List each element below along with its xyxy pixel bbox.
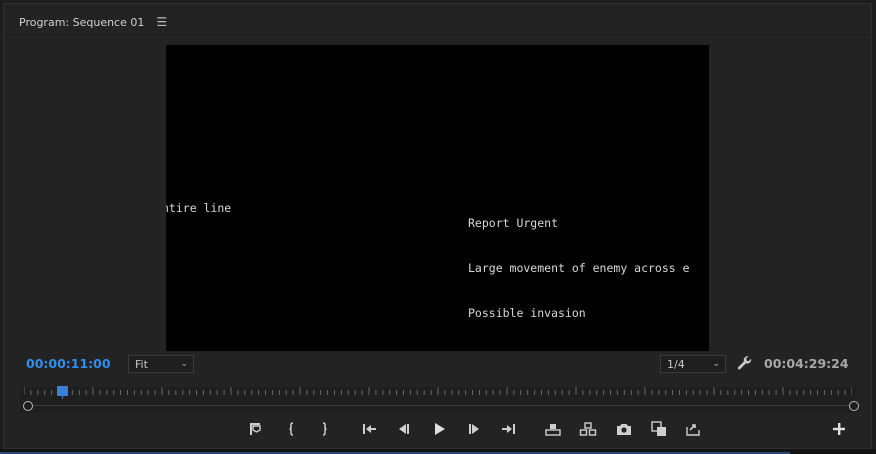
transport-controls bbox=[4, 417, 873, 443]
mark-out-icon[interactable] bbox=[313, 417, 335, 441]
time-ruler[interactable] bbox=[20, 382, 859, 413]
step-forward-icon[interactable] bbox=[463, 417, 485, 441]
program-monitor-panel: Program: Sequence 01 ☰ ntire line Report… bbox=[3, 3, 873, 449]
go-to-out-icon[interactable] bbox=[498, 417, 520, 441]
add-marker-icon[interactable] bbox=[244, 417, 266, 441]
panel-title: Program: Sequence 01 bbox=[19, 15, 145, 29]
vr-video-icon[interactable] bbox=[682, 417, 704, 441]
lift-icon[interactable] bbox=[542, 417, 564, 441]
chevron-down-icon: ⌄ bbox=[712, 359, 720, 369]
zoom-level-select[interactable]: Fit ⌄ bbox=[128, 355, 194, 373]
step-back-icon[interactable] bbox=[393, 417, 415, 441]
caption-line-2: Large movement of enemy across e bbox=[468, 261, 690, 275]
caption-right: Report Urgent Large movement of enemy ac… bbox=[468, 186, 690, 351]
ruler-ticks bbox=[24, 387, 852, 395]
playhead-timecode[interactable]: 00:00:11:00 bbox=[26, 356, 111, 371]
comparison-view-icon[interactable] bbox=[648, 417, 670, 441]
zoom-handle-left[interactable] bbox=[23, 401, 33, 411]
mark-in-icon[interactable] bbox=[281, 417, 303, 441]
go-to-in-icon[interactable] bbox=[358, 417, 380, 441]
caption-line-3: Possible invasion bbox=[468, 306, 586, 320]
caption-line-1: Report Urgent bbox=[468, 216, 559, 230]
wrench-icon[interactable] bbox=[736, 354, 754, 372]
chevron-down-icon: ⌄ bbox=[180, 359, 188, 369]
export-frame-icon[interactable] bbox=[613, 417, 635, 441]
extract-icon[interactable] bbox=[577, 417, 599, 441]
zoom-scroll-track[interactable] bbox=[28, 405, 854, 406]
playhead-line bbox=[61, 396, 63, 399]
zoom-handle-right[interactable] bbox=[849, 401, 859, 411]
panel-tab[interactable]: Program: Sequence 01 ☰ bbox=[19, 12, 167, 32]
tab-divider bbox=[4, 34, 873, 35]
playback-resolution-select[interactable]: 1/4 ⌄ bbox=[660, 355, 726, 373]
zoom-level-value: Fit bbox=[135, 357, 148, 371]
hamburger-menu-icon[interactable]: ☰ bbox=[156, 15, 167, 29]
program-video-frame[interactable]: ntire line Report Urgent Large movement … bbox=[166, 45, 709, 351]
button-editor-plus-icon[interactable] bbox=[828, 417, 850, 441]
duration-timecode: 00:04:29:24 bbox=[764, 356, 849, 371]
caption-left: ntire line bbox=[166, 201, 232, 215]
playhead-handle[interactable] bbox=[56, 386, 68, 396]
play-icon[interactable] bbox=[428, 417, 450, 441]
playback-resolution-value: 1/4 bbox=[667, 357, 685, 371]
